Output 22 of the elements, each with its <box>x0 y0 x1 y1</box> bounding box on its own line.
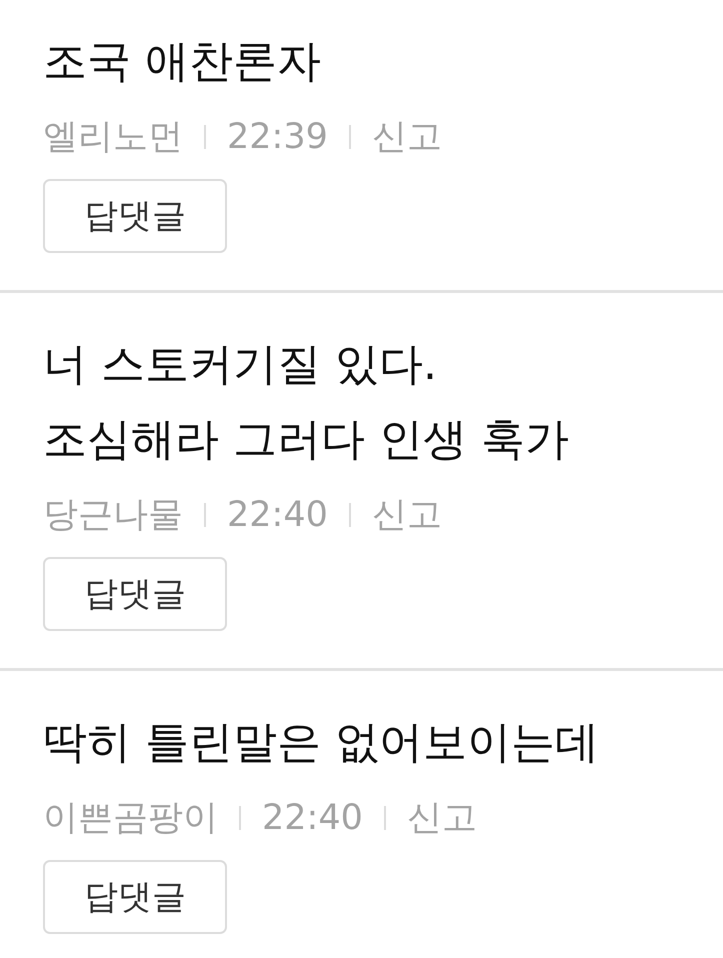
meta-separator <box>239 806 241 830</box>
comment-text: 딱히 틀린말은 없어보이는데 <box>43 716 599 770</box>
meta-separator <box>204 503 206 527</box>
comment-text: 조심해라 그러다 인생 훅가 <box>43 413 569 467</box>
comment-text: 조국 애찬론자 <box>43 35 321 89</box>
meta-separator <box>384 806 386 830</box>
report-link[interactable]: 신고 <box>406 780 477 856</box>
meta-separator <box>204 125 206 149</box>
reply-button[interactable]: 답댓글 <box>43 179 227 253</box>
comment-author[interactable]: 엘리노먼 <box>43 99 183 175</box>
comment-time: 22:40 <box>262 797 363 840</box>
meta-separator <box>348 125 351 149</box>
reply-button[interactable]: 답댓글 <box>43 557 227 631</box>
comment-time: 22:40 <box>227 494 328 537</box>
report-link[interactable]: 신고 <box>372 99 442 175</box>
report-link[interactable]: 신고 <box>372 477 442 553</box>
reply-button[interactable]: 답댓글 <box>43 860 227 934</box>
comment-text: 너 스토커기질 있다. <box>43 338 437 392</box>
meta-separator <box>348 503 351 527</box>
comment-time: 22:39 <box>227 116 328 159</box>
comment-author[interactable]: 당근나물 <box>43 477 183 553</box>
comment-author[interactable]: 이쁜곰팡이 <box>43 780 218 856</box>
